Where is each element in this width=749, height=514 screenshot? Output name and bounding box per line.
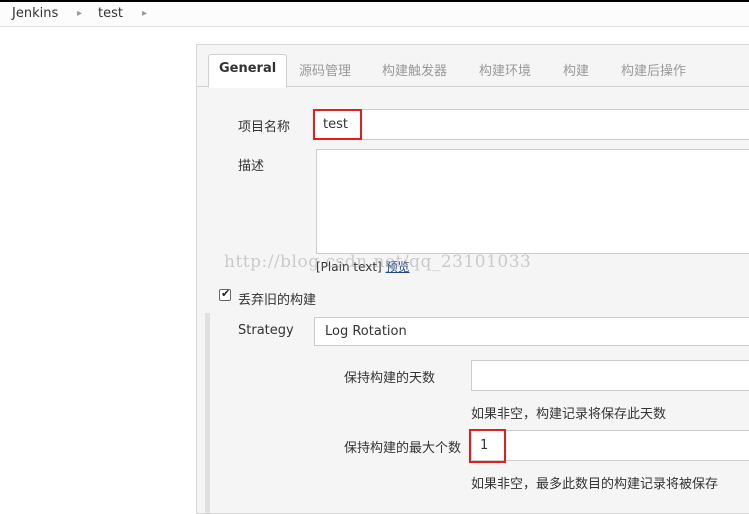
checkmark-icon: ✔ [221, 287, 231, 300]
watermark: http://blog.csdn.net/qq_23101033 [224, 252, 532, 272]
max-builds-hint: 如果非空，最多此数目的构建记录将被保存 [471, 477, 719, 492]
discard-old-builds-checkbox[interactable]: ✔ [219, 287, 231, 301]
max-builds-input[interactable]: 1 [471, 430, 749, 461]
tab-general[interactable]: General [208, 54, 288, 88]
description-label: 描述 [238, 159, 265, 174]
tab-build-triggers[interactable]: 构建触发器 [382, 60, 447, 79]
config-tabs: General 源码管理 构建触发器 构建环境 构建 构建后操作 [197, 45, 749, 88]
breadcrumb-jenkins[interactable]: Jenkins [12, 6, 58, 21]
highlight-box [313, 109, 362, 140]
strategy-select[interactable]: Log Rotation [314, 317, 749, 346]
days-to-keep-input[interactable] [471, 360, 749, 391]
description-textarea[interactable] [316, 149, 749, 254]
tab-post-build[interactable]: 构建后操作 [621, 60, 686, 79]
discard-old-builds-label: 丢弃旧的构建 [238, 293, 317, 308]
project-name-input[interactable]: test [314, 109, 749, 140]
project-name-label: 项目名称 [238, 120, 291, 135]
highlight-box [469, 429, 506, 463]
tab-build[interactable]: 构建 [563, 60, 589, 79]
chevron-right-icon[interactable]: ▸ [142, 8, 147, 19]
days-to-keep-label: 保持构建的天数 [344, 371, 436, 386]
strategy-label: Strategy [238, 323, 294, 338]
chevron-right-icon[interactable]: ▸ [77, 8, 82, 19]
breadcrumb-test[interactable]: test [98, 6, 123, 21]
breadcrumb: Jenkins ▸ test ▸ [0, 2, 749, 27]
tab-source-code[interactable]: 源码管理 [299, 60, 351, 79]
days-to-keep-hint: 如果非空，构建记录将保存此天数 [471, 407, 667, 422]
max-builds-label: 保持构建的最大个数 [344, 441, 462, 456]
tab-build-environment[interactable]: 构建环境 [479, 60, 531, 79]
